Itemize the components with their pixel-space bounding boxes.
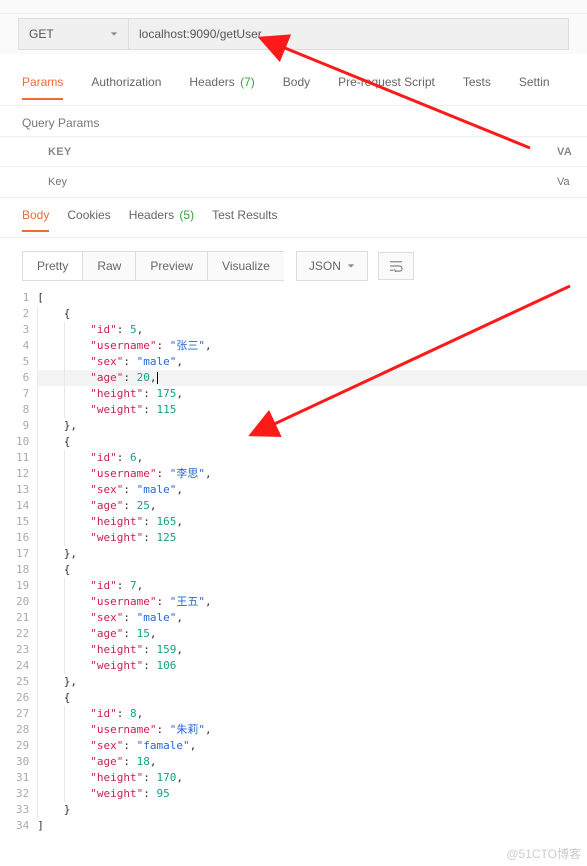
view-bar: Pretty Raw Preview Visualize JSON [0, 246, 587, 286]
code-content[interactable]: [ { "id": 5, "username": "张三", "sex": "m… [37, 290, 587, 834]
tab-settings[interactable]: Settin [519, 75, 550, 100]
resp-tab-body[interactable]: Body [22, 208, 49, 232]
response-tabs: Body Cookies Headers (5) Test Results [0, 202, 587, 238]
tab-prerequest[interactable]: Pre-request Script [338, 75, 435, 100]
view-raw[interactable]: Raw [82, 251, 135, 281]
params-header-row: KEY VA [0, 137, 587, 167]
tab-authorization[interactable]: Authorization [91, 75, 161, 100]
tab-tests[interactable]: Tests [463, 75, 491, 100]
watermark: @51CTO博客 [506, 845, 581, 862]
tab-params[interactable]: Params [22, 75, 63, 100]
view-pretty[interactable]: Pretty [22, 251, 82, 281]
value-input[interactable] [557, 176, 587, 188]
col-key-header: KEY [48, 146, 557, 158]
url-bar: GET [0, 14, 587, 54]
view-visualize[interactable]: Visualize [207, 251, 284, 281]
params-table: KEY VA [0, 136, 587, 198]
format-label: JSON [309, 259, 341, 273]
query-params-label: Query Params [0, 106, 587, 136]
resp-tab-test-results[interactable]: Test Results [212, 208, 277, 232]
tab-headers[interactable]: Headers (7) [189, 75, 254, 100]
params-input-row [0, 167, 587, 197]
col-value-header: VA [557, 146, 587, 158]
caret-down-icon [110, 30, 118, 38]
tab-body[interactable]: Body [283, 75, 310, 100]
view-preview[interactable]: Preview [135, 251, 207, 281]
resp-tab-cookies[interactable]: Cookies [67, 208, 110, 232]
url-input[interactable] [128, 18, 569, 50]
resp-tab-headers[interactable]: Headers (5) [129, 208, 194, 232]
request-tabs: Params Authorization Headers (7) Body Pr… [0, 70, 587, 106]
key-input[interactable] [48, 176, 557, 188]
wrap-line-icon[interactable] [378, 252, 414, 280]
caret-down-icon [347, 262, 355, 270]
top-spacer [0, 0, 587, 14]
method-label: GET [29, 27, 54, 41]
method-select[interactable]: GET [18, 18, 128, 50]
line-gutter: 1234567891011121314151617181920212223242… [0, 290, 37, 834]
response-body[interactable]: 1234567891011121314151617181920212223242… [0, 286, 587, 834]
format-select[interactable]: JSON [296, 251, 368, 281]
